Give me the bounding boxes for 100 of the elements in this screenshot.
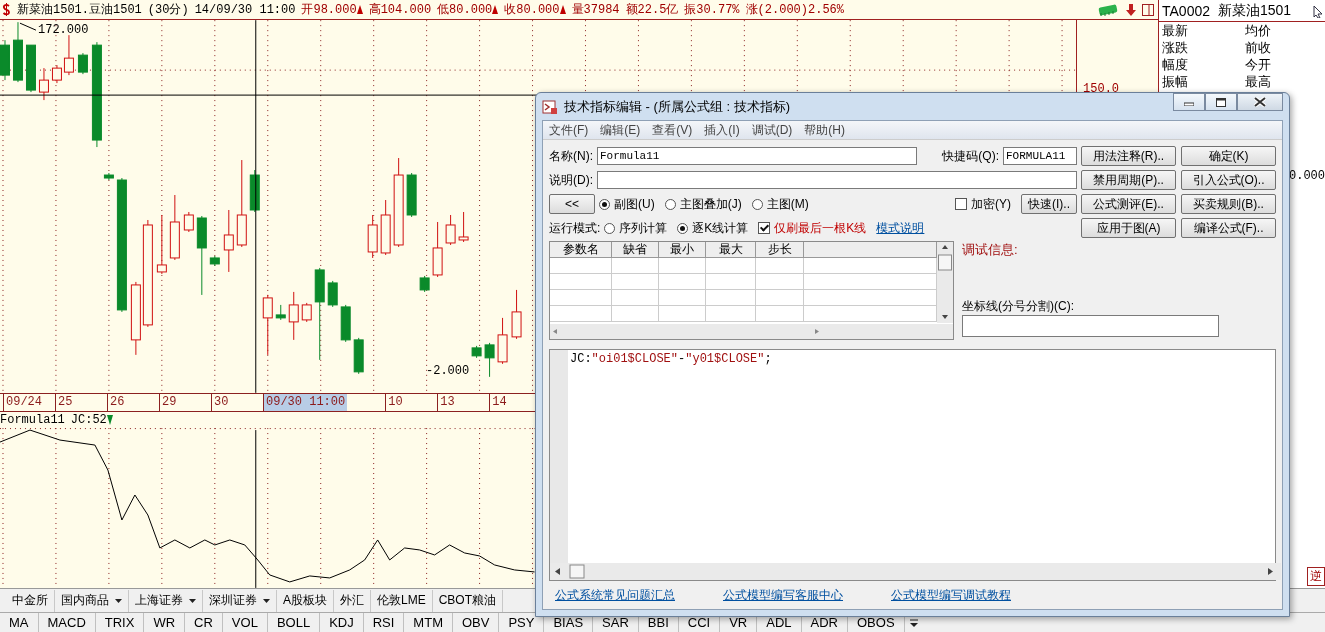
dialog-button[interactable]: 买卖规则(B).. [1181,194,1276,214]
quote-value: 开98.000 [301,2,357,18]
down-arrow-icon [1126,3,1136,16]
field-label: 名称(N): [549,147,593,165]
candlestick [511,289,522,340]
date-label: 29 [159,394,211,411]
dialog-button[interactable]: 公式测评(E).. [1081,194,1176,214]
market-tab[interactable]: A股板块 [277,589,334,612]
radio-label[interactable]: 主图(M) [766,195,809,213]
indicator-tab[interactable]: OBV [452,613,500,632]
help-link[interactable]: 公式模型编写调试教程 [891,586,1011,604]
market-tab[interactable]: 国内商品 [55,589,129,612]
description-field[interactable] [597,171,1077,189]
candlestick [183,211,194,233]
radio-label[interactable]: 主图叠加(J) [679,195,742,213]
radio-label[interactable]: 逐K线计算 [692,219,749,237]
table-cell [659,306,706,322]
menu-item[interactable]: 调试(D) [751,121,793,139]
panel-label: 逆 [1307,567,1325,586]
indicator-tab[interactable]: CR [185,613,223,632]
field-label: 运行模式: [549,219,601,237]
radio-button[interactable] [604,222,616,234]
dialog-button[interactable]: 应用于图(A) [1081,218,1176,238]
table-cell [612,290,659,306]
indicator-tab[interactable]: RSI [363,613,405,632]
maximize-icon [1216,97,1226,107]
indicator-tab[interactable]: MTM [404,613,453,632]
help-link[interactable]: 公式模型编写客服中心 [723,586,843,604]
candlestick [169,194,180,261]
axis-lines-field[interactable] [962,315,1219,337]
checkbox[interactable] [758,222,771,234]
indicator-tab[interactable]: KDJ [320,613,364,632]
menu-item[interactable]: 编辑(E) [600,121,641,139]
price-label: 172.000 [38,23,89,37]
maximize-button[interactable] [1205,93,1237,111]
indicator-tab[interactable]: BOLL [267,613,321,632]
market-tab[interactable]: 中金所 [6,589,55,612]
dialog-button[interactable]: 编译公式(F).. [1181,218,1276,238]
indicator-tab[interactable]: WR [144,613,186,632]
table-cell [706,290,756,306]
quote-value: 0.000 [1289,169,1325,183]
help-link[interactable]: 公式系统常见问题汇总 [555,586,675,604]
chart-title: 新菜油1501.豆油1501 [17,2,142,18]
table-cell [550,274,612,290]
dropdown-icon[interactable] [908,618,919,628]
checkbox-label[interactable]: 仅刷最后一根K线 [774,219,867,237]
close-button[interactable] [1237,93,1283,111]
date-label: 09/30 11:00 [263,394,348,411]
candlestick [497,317,508,365]
collapse-button[interactable]: << [549,194,595,214]
leader-line [19,22,37,31]
table-cell [706,258,756,274]
field-label: 说明(D): [549,171,593,189]
checkbox[interactable] [955,198,967,210]
quote-label: 今开 [1245,56,1272,73]
scrollbar-corner [937,324,953,339]
candlestick [223,209,234,273]
indicator-tab[interactable]: MACD [38,613,96,632]
indicator-tab[interactable]: MA [0,613,39,632]
market-tab[interactable]: 上海证券 [129,589,203,612]
radio-label[interactable]: 副图(U) [614,195,655,213]
menu-item[interactable]: 文件(F) [549,121,589,139]
date-label: 26 [107,394,159,411]
dialog-button[interactable]: 确定(K) [1181,146,1276,166]
menu-item[interactable]: 帮助(H) [804,121,845,139]
dialog-button[interactable]: 禁用周期(P).. [1081,170,1176,190]
quote-value: 涨(2.000)2.56% [745,2,844,18]
radio-label[interactable]: 序列计算 [619,219,668,237]
shortcut-field[interactable]: FORMULA11 [1003,147,1077,165]
candlestick [13,21,23,83]
table-cell [756,274,804,290]
price-label: -2.000 [426,364,470,378]
menu-item[interactable]: 插入(I) [704,121,740,139]
help-link[interactable]: 模式说明 [876,219,925,237]
checkbox-label[interactable]: 加密(Y) [971,195,1011,213]
market-tab[interactable]: 伦敦LME [371,589,433,612]
radio-button[interactable] [677,222,689,234]
quote-label: 最新 [1162,22,1189,39]
indicator-tab[interactable]: VOL [222,613,268,632]
quote-value: 高104.000 [368,2,432,18]
radio-button[interactable] [751,198,763,210]
name-field[interactable]: Formula11 [597,147,917,165]
axis-label: 150.0 [1083,82,1120,96]
candlestick [262,294,273,356]
radio-button[interactable] [664,198,676,210]
candlestick [380,199,391,256]
indicator-tab[interactable]: TRIX [95,613,145,632]
quick-button[interactable]: 快速(I).. [1021,194,1077,214]
table-cell [612,306,659,322]
menu-item[interactable]: 查看(V) [652,121,693,139]
column-header: 最大 [706,242,756,258]
quote-label: 均价 [1245,22,1272,39]
market-tab[interactable]: 外汇 [334,589,371,612]
dialog-button[interactable]: 引入公式(O).. [1181,170,1276,190]
radio-button[interactable] [599,198,610,210]
dialog-button[interactable]: 用法注释(R).. [1081,146,1176,166]
market-tab[interactable]: 深圳证券 [203,589,277,612]
market-tab[interactable]: CBOT粮油 [432,589,504,612]
candlestick [471,345,482,359]
candlestick [406,172,417,218]
